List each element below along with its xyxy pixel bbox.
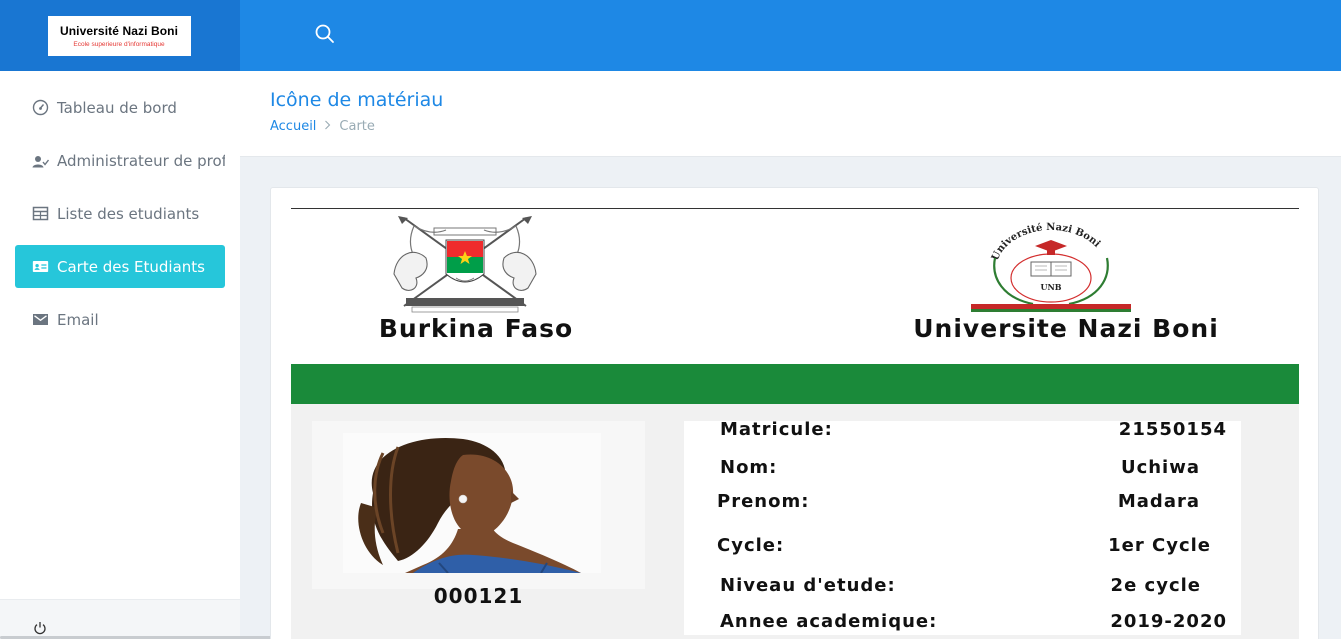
breadcrumb-home-link[interactable]: Accueil (270, 119, 316, 134)
logo-abbr-text: UNB (1040, 282, 1061, 292)
mail-icon (32, 311, 49, 328)
sidebar-item-label: Tableau de bord (57, 98, 177, 117)
sidebar-item-administrateur[interactable]: Administrateur de prof (15, 139, 225, 182)
detail-row-cycle: Cycle: 1er Cycle (684, 535, 1241, 565)
page-title: Icône de matériau (270, 89, 444, 111)
chevron-right-icon (324, 119, 331, 134)
student-photo (343, 433, 601, 574)
coat-of-arms-emblem (386, 214, 544, 314)
brand-logo[interactable]: Université Nazi Boni Ecole superieure d'… (47, 15, 191, 56)
student-photo-frame (312, 421, 645, 589)
detail-row-niveau: Niveau d'etude: 2e cycle (684, 575, 1241, 605)
sidebar-item-label: Liste des etudiants (57, 204, 200, 223)
gauge-icon (32, 99, 49, 116)
student-card: Université Nazi Boni UNB Burkina Faso Un… (270, 187, 1319, 639)
sidebar-item-label: Administrateur de prof (57, 151, 225, 170)
sidebar-item-label: Email (57, 310, 99, 329)
sidebar-footer (0, 599, 240, 639)
student-number: 000121 (433, 584, 524, 608)
detail-row-annee: Annee academique: 2019-2020 (684, 611, 1241, 639)
detail-row-matricule: Matricule: 21550154 (684, 419, 1241, 449)
detail-label: Prenom: (717, 491, 810, 512)
detail-label: Matricule: (720, 419, 833, 440)
card-green-band (291, 364, 1299, 404)
sidebar-item-liste-etudiants[interactable]: Liste des etudiants (15, 192, 225, 235)
sidebar-item-label: Carte des Etudiants (57, 257, 205, 276)
card-divider (291, 208, 1299, 209)
breadcrumb-current: Carte (339, 119, 375, 134)
sidebar-item-email[interactable]: Email (15, 298, 225, 341)
user-check-icon (32, 152, 49, 169)
university-logo: Université Nazi Boni UNB (961, 218, 1141, 314)
detail-value: 2019-2020 (1110, 611, 1227, 632)
sidebar-item-carte-etudiants[interactable]: Carte des Etudiants (15, 245, 225, 288)
power-icon[interactable] (33, 620, 47, 635)
detail-value: 1er Cycle (1108, 535, 1211, 556)
detail-row-nom: Nom: Uchiwa (684, 457, 1241, 487)
brand-subtitle: Ecole superieure d'informatique (73, 40, 165, 48)
detail-label: Nom: (720, 457, 778, 478)
detail-label: Cycle: (717, 535, 785, 556)
brand-area[interactable]: Université Nazi Boni Ecole superieure d'… (0, 0, 240, 71)
student-details: Matricule: 21550154 Nom: Uchiwa Prenom: … (684, 419, 1241, 635)
detail-label: Annee academique: (720, 611, 938, 632)
sidebar: Tableau de bord Administrateur de prof L… (0, 71, 240, 639)
id-card-icon (32, 258, 49, 275)
detail-value: Uchiwa (1120, 457, 1200, 478)
top-bar: Université Nazi Boni Ecole superieure d'… (0, 0, 1341, 71)
country-name: Burkina Faso (378, 314, 574, 343)
detail-row-prenom: Prenom: Madara (684, 491, 1241, 521)
detail-value: 2e cycle (1110, 575, 1201, 596)
detail-label: Niveau d'etude: (720, 575, 896, 596)
table-icon (32, 205, 49, 222)
page-header: Icône de matériau Accueil Carte (240, 71, 1341, 157)
detail-value: Madara (1117, 491, 1200, 512)
card-info-area: 000121 Matricule: 21550154 Nom: Uchiwa P… (291, 404, 1299, 639)
brand-title: Université Nazi Boni (59, 23, 179, 38)
university-name: Universite Nazi Boni (913, 314, 1219, 343)
search-icon[interactable] (313, 22, 337, 46)
breadcrumb: Accueil Carte (270, 119, 375, 134)
sidebar-item-tableau-de-bord[interactable]: Tableau de bord (15, 86, 225, 129)
detail-value: 21550154 (1118, 419, 1227, 440)
